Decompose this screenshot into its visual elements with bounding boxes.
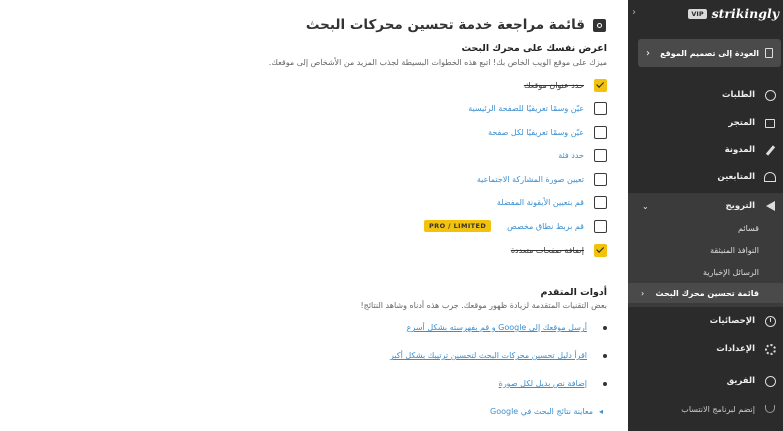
pen-icon xyxy=(763,143,777,157)
sidebar-subitem-label: قائمة تحسين محرك البحث xyxy=(655,288,759,298)
vip-badge: VIP xyxy=(688,8,707,19)
sidebar-item-label: المدونة xyxy=(724,145,755,155)
seo-checklist-panel: قائمة مراجعة خدمة تحسين محركات البحث اعر… xyxy=(0,0,628,431)
section-description-advanced: بعض التقنيات المتقدمة لزيادة ظهور موقعك.… xyxy=(360,301,607,310)
sidebar-item-label: إنضم لبرنامج الانتساب xyxy=(681,404,755,414)
sidebar-item-label: المتجر xyxy=(728,118,755,128)
trophy-icon xyxy=(763,402,777,416)
chevron-left-icon: ‹ xyxy=(641,288,645,298)
sidebar-item-store[interactable]: المتجر xyxy=(628,113,783,133)
sidebar-item-label: الإحصائيات xyxy=(709,316,755,326)
task-page-meta[interactable]: عيّن وسمًا تعريفيًا لكل صفحة xyxy=(488,125,607,139)
section-title-advanced: أدوات المتقدم xyxy=(540,287,607,298)
strikingly-logo: strikingly xyxy=(711,6,779,21)
task-link[interactable]: حدد فئة xyxy=(558,151,584,160)
pro-limited-badge: PRO / LIMITED xyxy=(424,220,492,232)
advanced-link-seo-guide[interactable]: اقرأ دليل تحسين محركات البحث لتحسين ترتي… xyxy=(390,351,587,360)
task-social-image[interactable]: تعيين صورة المشاركة الاجتماعية xyxy=(477,172,607,186)
sidebar-item-blog[interactable]: المدونة xyxy=(628,140,783,160)
collapse-sidebar-icon[interactable]: › xyxy=(632,7,636,18)
task-link[interactable]: قم بتعيين الأيقونة المفضلة xyxy=(497,198,584,207)
sidebar-item-promotion[interactable]: الترويج ⌄ xyxy=(628,196,783,216)
task-link[interactable]: عيّن وسمًا تعريفيًا لكل صفحة xyxy=(488,128,584,137)
sidebar-item-label: الترويج xyxy=(725,201,755,211)
chevron-left-icon: ◂ xyxy=(598,407,603,416)
task-category[interactable]: حدد فئة xyxy=(558,148,607,162)
sidebar-item-label: الإعدادات xyxy=(716,344,755,354)
task-homepage-meta[interactable]: عيّن وسمًا تعريفيًا للصفحة الرئيسية xyxy=(468,101,607,115)
checkbox-checked[interactable] xyxy=(594,243,607,257)
task-favicon[interactable]: قم بتعيين الأيقونة المفضلة xyxy=(497,195,607,209)
sidebar-item-followers[interactable]: المتابعين xyxy=(628,167,783,187)
store-icon xyxy=(763,116,777,130)
advanced-item[interactable]: اقرأ دليل تحسين محركات البحث لتحسين ترتي… xyxy=(390,351,607,360)
people-icon xyxy=(763,170,777,184)
sidebar-subitem-seo-checklist[interactable]: قائمة تحسين محرك البحث ‹ xyxy=(628,283,783,303)
checkbox[interactable] xyxy=(594,101,607,115)
google-preview-toggle[interactable]: ◂ معاينة نتائج البحث في Google xyxy=(490,407,603,416)
google-preview-label[interactable]: معاينة نتائج البحث في Google xyxy=(490,407,593,416)
checkbox[interactable] xyxy=(594,172,607,186)
bullet-icon xyxy=(603,353,607,358)
back-button-label: العودة إلى تصميم الموقع xyxy=(660,48,759,58)
advanced-link-alt-text[interactable]: إضافة نص بديل لكل صورة xyxy=(499,379,587,388)
sidebar-item-orders[interactable]: الطلبات xyxy=(628,85,783,105)
gear-icon xyxy=(763,342,777,356)
sidebar-item-team[interactable]: الفريق xyxy=(628,371,783,391)
checkbox-checked[interactable] xyxy=(594,78,607,92)
chevron-left-icon: ‹ xyxy=(646,47,650,59)
checkbox[interactable] xyxy=(594,148,607,162)
sidebar-subitem-newsletters[interactable]: الرسائل الإخبارية xyxy=(703,268,759,277)
task-label: حدد عنوان موقعك xyxy=(523,80,584,90)
sidebar: › VIP strikingly العودة إلى تصميم الموقع… xyxy=(628,0,783,431)
page-header: قائمة مراجعة خدمة تحسين محركات البحث xyxy=(306,17,606,33)
sidebar-group-promotion: الترويج ⌄ قسائم النوافذ المنبثقة الرسائل… xyxy=(628,193,783,307)
sidebar-item-label: الفريق xyxy=(726,376,755,386)
clock-icon xyxy=(763,314,777,328)
sidebar-subitem-popups[interactable]: النوافذ المنبثقة xyxy=(710,246,759,255)
task-link[interactable]: عيّن وسمًا تعريفيًا للصفحة الرئيسية xyxy=(468,104,584,113)
advanced-link-google-submit[interactable]: أرسل موقعك إلى Google و قم بفهرسته بشكل … xyxy=(407,323,587,332)
section-description-search-engine: ميزك على موقع الويب الخاص بك! اتبع هذه ا… xyxy=(268,58,607,67)
task-custom-domain[interactable]: قم بربط نطاق مخصص PRO / LIMITED xyxy=(424,219,607,233)
brand: VIP strikingly xyxy=(688,6,779,21)
megaphone-icon xyxy=(763,199,777,213)
page-title: قائمة مراجعة خدمة تحسين محركات البحث xyxy=(305,17,585,33)
task-label: إضافة صفحات متعددة xyxy=(510,245,584,255)
chevron-down-icon: ⌄ xyxy=(642,201,649,211)
sidebar-item-label: المتابعين xyxy=(717,172,755,182)
page-icon xyxy=(765,48,773,58)
task-link[interactable]: قم بربط نطاق مخصص xyxy=(507,222,584,231)
sidebar-item-analytics[interactable]: الإحصائيات xyxy=(628,311,783,331)
checkbox[interactable] xyxy=(594,195,607,209)
team-icon xyxy=(763,374,777,388)
sidebar-subitem-coupons[interactable]: قسائم xyxy=(738,224,759,233)
checkbox[interactable] xyxy=(594,125,607,139)
checkbox[interactable] xyxy=(594,219,607,233)
bullet-icon xyxy=(603,381,607,386)
task-site-title[interactable]: حدد عنوان موقعك xyxy=(524,78,607,92)
task-link[interactable]: تعيين صورة المشاركة الاجتماعية xyxy=(477,175,584,184)
search-icon xyxy=(593,18,606,32)
sidebar-item-affiliate[interactable]: إنضم لبرنامج الانتساب xyxy=(628,399,783,419)
section-title-search-engine: اعرض نفسك على محرك البحث xyxy=(461,43,607,54)
task-multiple-pages[interactable]: إضافة صفحات متعددة xyxy=(511,243,607,257)
bullet-icon xyxy=(603,325,607,330)
advanced-item[interactable]: إضافة نص بديل لكل صورة xyxy=(499,379,607,388)
advanced-item[interactable]: أرسل موقعك إلى Google و قم بفهرسته بشكل … xyxy=(407,323,607,332)
dollar-icon xyxy=(763,88,777,102)
back-to-editor-button[interactable]: العودة إلى تصميم الموقع ‹ xyxy=(638,39,781,67)
sidebar-item-settings[interactable]: الإعدادات xyxy=(628,339,783,359)
sidebar-item-label: الطلبات xyxy=(721,90,755,100)
